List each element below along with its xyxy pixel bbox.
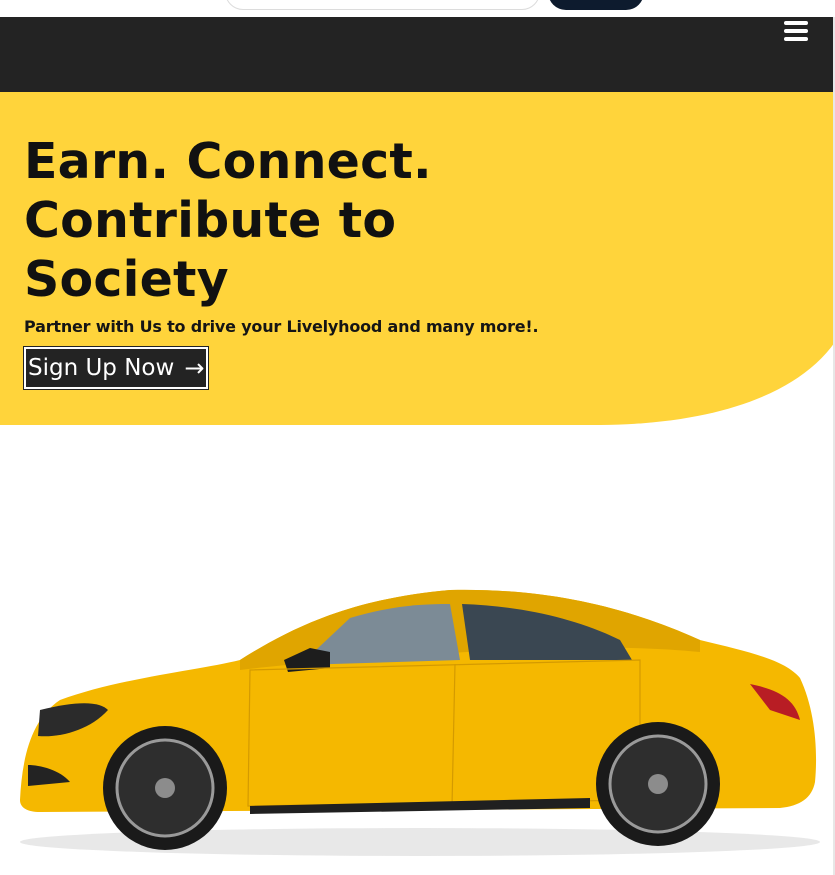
hamburger-menu-icon[interactable]: [783, 19, 809, 43]
rear-wheel: [596, 722, 720, 846]
search-input[interactable]: [225, 0, 540, 10]
yellow-sedan-car-image: [20, 589, 820, 856]
sign-up-label: Sign Up Now: [28, 355, 175, 381]
search-button[interactable]: [548, 0, 644, 10]
hero-headline: Earn. Connect. Contribute to Society: [24, 133, 432, 308]
sign-up-button[interactable]: Sign Up Now →: [22, 346, 210, 390]
hero-tagline: Partner with Us to drive your Livelyhood…: [24, 317, 539, 336]
hero-section: Earn. Connect. Contribute to Society Par…: [0, 92, 835, 425]
navbar: [0, 17, 833, 92]
arrow-right-icon: →: [184, 354, 205, 382]
front-wheel: [103, 726, 227, 850]
top-bar: [0, 0, 835, 17]
